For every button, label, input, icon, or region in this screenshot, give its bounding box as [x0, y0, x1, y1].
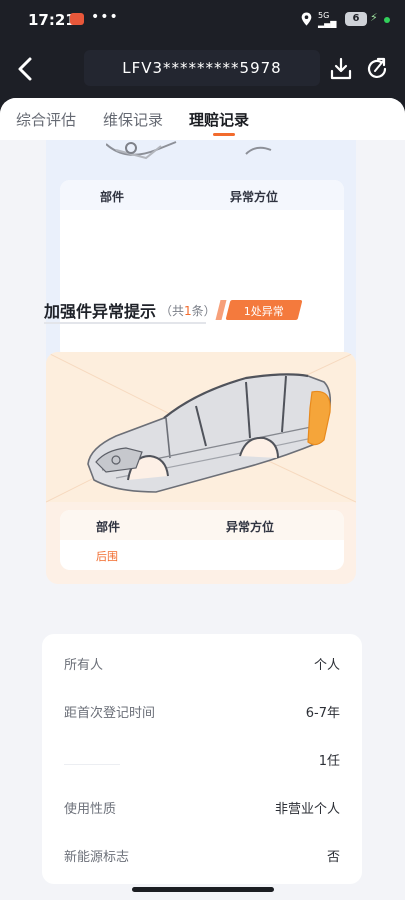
- info-value: 1任: [318, 754, 340, 769]
- vin-title-box: LFV3*********5978: [84, 50, 320, 86]
- previous-section-panel: 部件 异常方位: [46, 140, 356, 372]
- previous-parts-table: 部件 异常方位: [60, 180, 344, 360]
- obscured-label: [64, 764, 120, 765]
- table-header: 部件 异常方位: [60, 510, 344, 540]
- anomaly-badge: 1处异常: [225, 300, 303, 320]
- nav-bar: LFV3*********5978: [0, 40, 405, 98]
- car-diagram-partial: [106, 141, 272, 160]
- tab-maintenance-records[interactable]: 维保记录: [103, 109, 163, 130]
- col-position: 异常方位: [226, 520, 275, 534]
- info-value: 非营业个人: [274, 802, 340, 817]
- col-part: 部件: [100, 190, 125, 204]
- count-suffix: 条）: [191, 304, 216, 318]
- info-row-owner: 所有人 个人: [42, 638, 362, 686]
- col-part: 部件: [96, 520, 121, 534]
- home-indicator[interactable]: [132, 887, 274, 892]
- section-underline: [44, 322, 206, 324]
- reinforcement-parts-table: 部件 异常方位 后围: [60, 510, 344, 570]
- info-row-new-energy: 新能源标志 否: [42, 830, 362, 878]
- info-value: 个人: [313, 658, 340, 673]
- tab-overall-evaluation[interactable]: 综合评估: [16, 109, 76, 130]
- info-label: 新能源标志: [64, 850, 130, 865]
- count-prefix: （共: [160, 304, 185, 318]
- info-row-registration-age: 距首次登记时间 6-7年: [42, 686, 362, 734]
- count-number: 1: [184, 304, 192, 318]
- info-value: 否: [326, 850, 340, 865]
- info-row-usage: 使用性质 非营业个人: [42, 782, 362, 830]
- table-header: 部件 异常方位: [60, 180, 344, 210]
- location-icon: [301, 12, 312, 26]
- report-sheet: 综合评估 维保记录 理赔记录 部件 异常方位 加强件异常提示 （共1条） 1处异…: [0, 98, 405, 900]
- status-bar: 17:21 ••• 5G ▂▄▆ 6 ⚡: [0, 0, 405, 40]
- info-label: 使用性质: [64, 802, 117, 817]
- info-row-owner-count: 1任: [42, 734, 362, 782]
- reinforcement-section-title: 加强件异常提示: [44, 302, 157, 321]
- col-position: 异常方位: [230, 190, 279, 204]
- anomaly-badge-text: 1处异常: [243, 305, 284, 318]
- status-more-dots: •••: [91, 9, 119, 25]
- vehicle-info-card: 所有人 个人 距首次登记时间 6-7年 1任 使用性质 非营业个人 新能源标志 …: [42, 634, 362, 884]
- signal-icon: 5G ▂▄▆: [318, 11, 337, 28]
- signal-label: 5G: [318, 11, 330, 20]
- status-time: 17:21: [28, 11, 76, 29]
- info-label: 距首次登记时间: [64, 706, 156, 721]
- charging-icon: ⚡: [370, 11, 378, 24]
- active-tab-indicator: [213, 133, 235, 136]
- back-chevron-icon[interactable]: [12, 54, 40, 84]
- share-refresh-icon[interactable]: [364, 56, 390, 82]
- table-cell-part: 后围: [96, 550, 118, 563]
- network-active-dot: [384, 17, 390, 23]
- download-icon[interactable]: [328, 56, 354, 82]
- info-label: 所有人: [64, 658, 104, 673]
- battery-icon: 6: [345, 12, 367, 26]
- reinforcement-card: 部件 异常方位 后围: [46, 352, 356, 584]
- tab-bar: 综合评估 维保记录 理赔记录: [0, 98, 405, 140]
- reinforcement-count: （共1条）: [160, 302, 216, 319]
- info-value: 6-7年: [305, 706, 340, 721]
- app-notification-icon: [70, 13, 84, 25]
- page-title: LFV3*********5978: [122, 59, 282, 77]
- tab-claim-records[interactable]: 理赔记录: [189, 109, 249, 130]
